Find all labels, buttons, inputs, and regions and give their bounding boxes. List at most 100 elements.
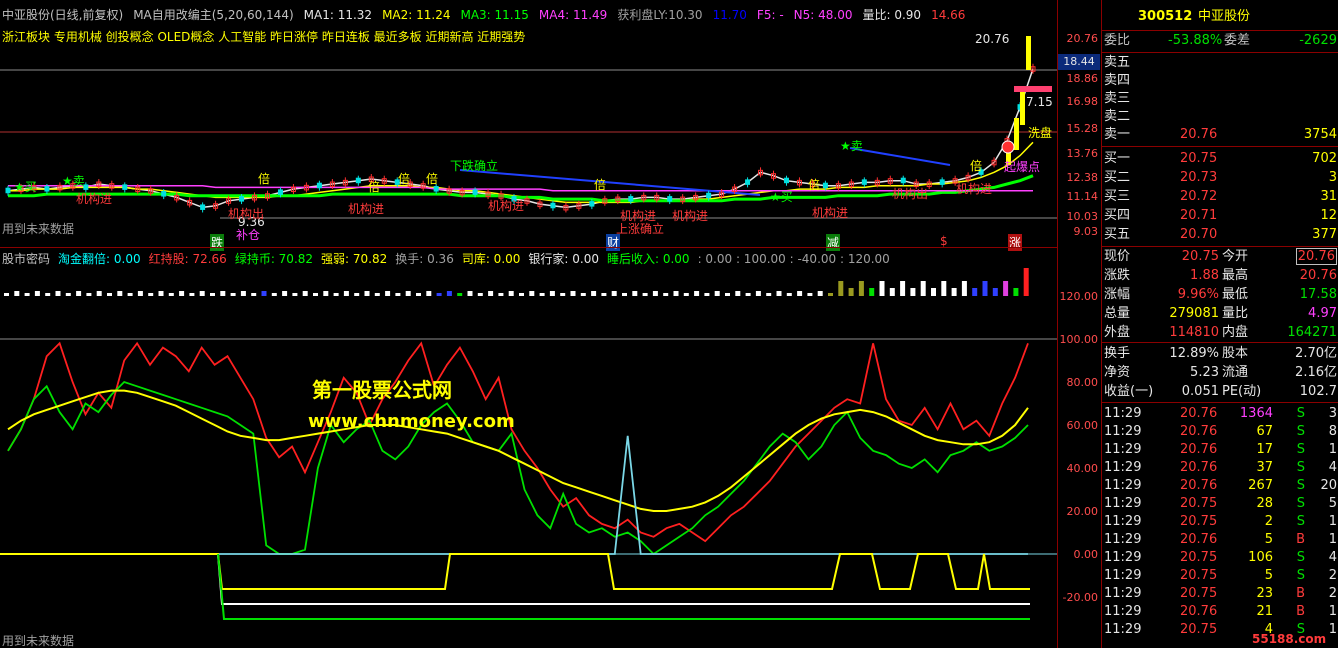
volume-bar [580, 293, 586, 296]
candle-body [316, 182, 322, 189]
volume-bar [24, 293, 30, 296]
candle-body [433, 186, 439, 192]
wash-label: 洗盘 [1028, 126, 1053, 140]
tick-side: B [1296, 586, 1305, 601]
fundamental-row: 换手 12.89% 股本 2.70亿 [1102, 345, 1338, 363]
step-line-white [217, 553, 1030, 605]
candle-body [161, 191, 167, 197]
volume-bar [240, 291, 246, 296]
tick-side: S [1296, 478, 1305, 493]
marker-s: $ [940, 234, 948, 248]
quote-label: 总量 [1104, 306, 1131, 321]
volume-bar [168, 293, 174, 296]
bei-label-6: 倍 [808, 178, 821, 192]
tick-count: 3 [1328, 406, 1337, 421]
volume-bar [1023, 268, 1029, 296]
chart-area[interactable]: 中亚股份(日线,前复权) MA自用改编主(5,20,60,144) MA1: 11.… [0, 0, 1057, 648]
bei-label-2: 倍 [368, 180, 381, 194]
volume-bar [426, 291, 432, 296]
fundamental-row: 收益(一) 0.051 PE(动) 102.7 [1102, 383, 1338, 401]
ask-volume: 3754 [1303, 127, 1337, 142]
tick-time: 11:29 [1104, 406, 1142, 421]
candle-body [939, 179, 945, 185]
volume-bar [1013, 288, 1019, 296]
tick-time: 11:29 [1104, 514, 1142, 529]
stock-name: 中亚股份 [1198, 9, 1251, 24]
sub-indicator-chart[interactable] [0, 248, 1057, 648]
watermark-url: www.chnmoney.com [308, 411, 515, 432]
volume-bar [591, 291, 597, 296]
volume-bar [137, 291, 143, 296]
tick-side: S [1296, 406, 1305, 421]
tick-time: 11:29 [1104, 496, 1142, 511]
volume-bar [683, 293, 689, 296]
bid-volume: 12 [1320, 208, 1337, 223]
volume-bar [323, 291, 329, 296]
quote-value: 9.96% [1177, 287, 1219, 302]
sell-signal-2: ★卖 [840, 139, 863, 153]
fundamental-label: 净资 [1104, 365, 1131, 380]
volume-bar [879, 281, 885, 296]
bid-label: 买一 [1104, 151, 1131, 166]
price-axis-tick: 9.03 [1073, 225, 1099, 238]
volume-bar [910, 288, 916, 296]
main-title-part: 量比: 0.90 [862, 8, 922, 22]
fundamental-label: 股本 [1222, 346, 1249, 361]
ask-label: 卖五 [1104, 55, 1131, 70]
fundamental-value: 12.89% [1169, 346, 1219, 361]
bid-label: 买二 [1104, 170, 1131, 185]
quote-label: 外盘 [1104, 325, 1131, 340]
tick-volume: 1364 [1239, 406, 1273, 421]
bid-row: 买五 20.70 377 [1102, 226, 1338, 244]
volume-bar [45, 293, 51, 296]
volume-bar [488, 291, 494, 296]
jgc-label-2: 机构出 [892, 187, 929, 201]
volume-bar [570, 291, 576, 296]
tick-side: S [1296, 460, 1305, 475]
volume-bar [941, 281, 947, 296]
tick-side: B [1296, 532, 1305, 547]
volume-bar [663, 293, 669, 296]
ask-price: 20.76 [1180, 127, 1218, 142]
tick-row: 11:29 20.75 106 S 4 [1102, 549, 1338, 567]
weicha-label: 委差 [1224, 33, 1251, 48]
volume-bar [652, 291, 658, 296]
tick-row: 11:29 20.75 5 S 2 [1102, 567, 1338, 585]
volume-bar [86, 293, 92, 296]
tick-row: 11:29 20.76 37 S 4 [1102, 459, 1338, 477]
tick-row: 11:29 20.76 21 B 1 [1102, 603, 1338, 621]
tick-price: 20.75 [1180, 586, 1218, 601]
tick-row: 11:29 20.76 67 S 8 [1102, 423, 1338, 441]
quote-label: 现价 [1104, 249, 1131, 264]
candle-body [200, 204, 206, 210]
bid-volume: 702 [1312, 151, 1337, 166]
tick-time: 11:29 [1104, 442, 1142, 457]
volume-bar [179, 291, 185, 296]
sub-axis-tick: 40.00 [1066, 462, 1099, 475]
bid-volume: 31 [1320, 189, 1337, 204]
quote-label: 最高 [1222, 268, 1249, 283]
volume-bar [127, 293, 133, 296]
tick-row: 11:29 20.75 23 B 2 [1102, 585, 1338, 603]
tick-count: 2 [1328, 586, 1337, 601]
quote-value: 20.76 [1299, 268, 1337, 283]
volume-bar [786, 293, 792, 296]
volume-bar [560, 293, 566, 296]
fundamental-value: 2.70亿 [1295, 346, 1337, 361]
bid-price: 20.70 [1180, 227, 1218, 242]
volume-bar [199, 291, 205, 296]
tick-price: 20.76 [1180, 442, 1218, 457]
volume-bar [807, 293, 813, 296]
volume-bar [416, 293, 421, 296]
tick-side: B [1296, 604, 1305, 619]
volume-bar [714, 291, 720, 296]
volume-bar [117, 291, 123, 296]
price-axis-tick: 20.76 [1066, 32, 1099, 45]
tick-price: 20.75 [1180, 496, 1218, 511]
concept-tags: 浙江板块 专用机械 创投概念 OLED概念 人工智能 昨日涨停 昨日连板 最近多… [2, 30, 526, 44]
candle-body [355, 177, 361, 184]
volume-bar [457, 293, 463, 296]
bid-label: 买三 [1104, 189, 1131, 204]
volume-bar [694, 291, 700, 296]
volume-bar [797, 291, 803, 296]
